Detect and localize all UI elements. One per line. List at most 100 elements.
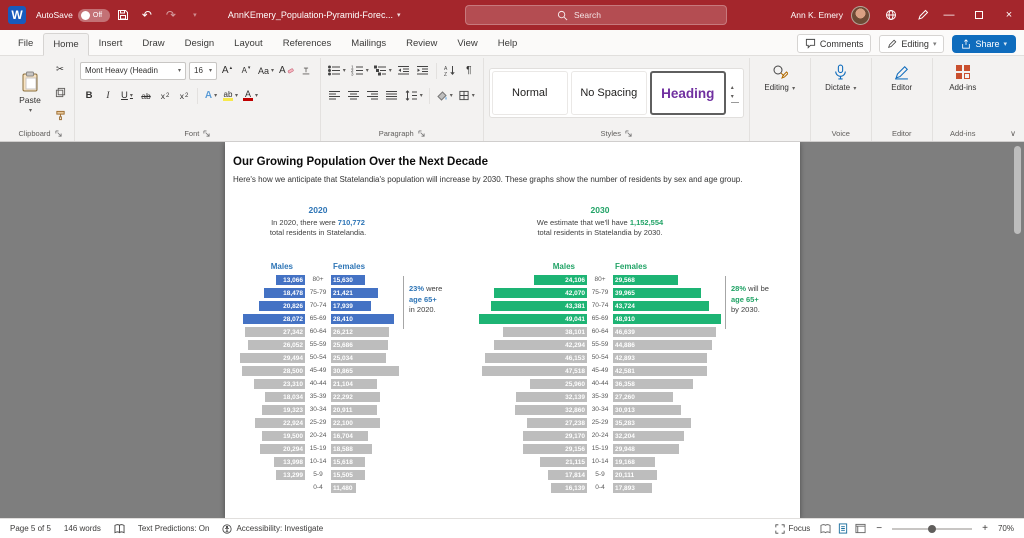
close-button[interactable]: × bbox=[994, 0, 1024, 30]
male-bar: 38,101 bbox=[503, 327, 587, 337]
dialog-launcher-icon[interactable] bbox=[203, 130, 210, 137]
zoom-slider[interactable] bbox=[892, 524, 973, 533]
comments-button[interactable]: Comments bbox=[796, 34, 872, 53]
user-avatar[interactable] bbox=[851, 5, 870, 25]
align-left-button[interactable] bbox=[326, 86, 344, 106]
proofing-status[interactable] bbox=[114, 523, 125, 534]
zoom-out-button[interactable]: − bbox=[876, 523, 882, 534]
copy-button[interactable] bbox=[51, 82, 69, 102]
dialog-launcher-icon[interactable] bbox=[625, 130, 632, 137]
text-predictions[interactable]: Text Predictions: On bbox=[138, 524, 210, 533]
tab-help[interactable]: Help bbox=[488, 32, 528, 55]
show-paragraph-marks-button[interactable]: ¶ bbox=[460, 61, 478, 81]
zoom-slider-knob[interactable] bbox=[928, 524, 937, 533]
bullets-icon bbox=[327, 65, 340, 76]
document-title-menu[interactable]: AnnKEmery_Population-Pyramid-Forec... ▾ bbox=[228, 10, 401, 20]
style-card-heading[interactable]: Heading bbox=[649, 71, 726, 115]
font-name-combo[interactable]: Mont Heavy (Headin ▾ bbox=[80, 61, 186, 80]
female-bar: 29,568 bbox=[613, 275, 678, 285]
tab-review[interactable]: Review bbox=[396, 32, 447, 55]
zoom-in-button[interactable]: + bbox=[982, 523, 988, 534]
tab-insert[interactable]: Insert bbox=[89, 32, 133, 55]
focus-button[interactable]: Focus bbox=[774, 523, 810, 534]
italic-button[interactable]: I bbox=[99, 86, 117, 106]
toolbar-options-button[interactable]: ▾ bbox=[184, 4, 206, 26]
grow-font-button[interactable]: A ▴ bbox=[218, 61, 236, 81]
line-spacing-button[interactable]: ▾ bbox=[402, 86, 425, 106]
globe-icon[interactable] bbox=[880, 4, 902, 26]
font-color-button[interactable]: A ▾ bbox=[241, 86, 260, 106]
sort-button[interactable]: AZ bbox=[441, 61, 459, 81]
accessibility-icon bbox=[222, 523, 233, 534]
pen-icon[interactable] bbox=[912, 4, 934, 26]
vertical-scrollbar[interactable] bbox=[1014, 146, 1021, 507]
tab-draw[interactable]: Draw bbox=[132, 32, 174, 55]
font-options-chevron[interactable] bbox=[297, 61, 315, 81]
dialog-launcher-icon[interactable] bbox=[418, 130, 425, 137]
bold-button[interactable]: B bbox=[80, 86, 98, 106]
tab-home[interactable]: Home bbox=[43, 33, 89, 56]
minimize-button[interactable]: — bbox=[934, 0, 964, 30]
format-painter-button[interactable] bbox=[51, 105, 69, 125]
highlight-button[interactable]: ab ▾ bbox=[221, 86, 240, 106]
age-group-label: 40-44 bbox=[591, 380, 609, 387]
zoom-level[interactable]: 70% bbox=[998, 524, 1014, 533]
justify-button[interactable] bbox=[383, 86, 401, 106]
web-layout-button[interactable] bbox=[855, 523, 866, 534]
print-layout-button[interactable] bbox=[838, 523, 848, 534]
increase-indent-button[interactable] bbox=[414, 61, 432, 81]
restore-button[interactable] bbox=[964, 0, 994, 30]
dialog-launcher-icon[interactable] bbox=[54, 130, 62, 137]
subscript-button[interactable]: x2 bbox=[156, 86, 174, 106]
document-page[interactable]: Our Growing Population Over the Next Dec… bbox=[225, 142, 800, 518]
tab-mailings[interactable]: Mailings bbox=[341, 32, 396, 55]
tab-references[interactable]: References bbox=[273, 32, 342, 55]
share-button[interactable]: Share ▾ bbox=[952, 34, 1016, 53]
editing-mode-dropdown[interactable]: Editing ▾ bbox=[879, 34, 945, 53]
save-button[interactable] bbox=[112, 4, 134, 26]
word-count[interactable]: 146 words bbox=[64, 524, 101, 533]
strikethrough-button[interactable]: ab bbox=[137, 86, 155, 106]
scrollbar-thumb[interactable] bbox=[1014, 146, 1021, 234]
read-mode-button[interactable] bbox=[820, 523, 831, 534]
borders-button[interactable]: ▾ bbox=[456, 86, 477, 106]
cut-button[interactable]: ✂ bbox=[51, 59, 69, 79]
pyramid-row: 22,924 25-29 22,100 bbox=[225, 418, 439, 428]
underline-button[interactable]: U ▾ bbox=[118, 86, 136, 106]
editor-button[interactable]: Editor bbox=[877, 58, 927, 92]
collapse-ribbon-button[interactable]: ∨ bbox=[1010, 129, 1016, 138]
accessibility-status[interactable]: Accessibility: Investigate bbox=[222, 523, 323, 534]
styles-more-button[interactable]: ▴ ▾ bbox=[729, 84, 741, 103]
page-indicator[interactable]: Page 5 of 5 bbox=[10, 524, 51, 533]
redo-button[interactable]: ↷ bbox=[160, 4, 182, 26]
search-box[interactable] bbox=[464, 5, 727, 25]
dictate-button[interactable]: Dictate ▾ bbox=[816, 58, 866, 92]
decrease-indent-button[interactable] bbox=[395, 61, 413, 81]
autosave-toggle[interactable]: Off bbox=[77, 8, 110, 22]
style-card-normal[interactable]: Normal bbox=[491, 71, 568, 115]
clear-formatting-button[interactable]: A bbox=[277, 61, 296, 81]
tab-view[interactable]: View bbox=[447, 32, 487, 55]
multilevel-list-button[interactable]: ▾ bbox=[372, 61, 394, 81]
tab-file[interactable]: File bbox=[8, 32, 43, 55]
align-center-button[interactable] bbox=[345, 86, 363, 106]
align-right-button[interactable] bbox=[364, 86, 382, 106]
paste-button[interactable]: Paste ▾ bbox=[11, 66, 49, 118]
numbering-button[interactable]: 1 2 3 ▾ bbox=[349, 61, 371, 81]
change-case-button[interactable]: Aa ▾ bbox=[256, 61, 276, 81]
bullets-button[interactable]: ▾ bbox=[326, 61, 348, 81]
search-input[interactable] bbox=[574, 10, 635, 20]
font-size-combo[interactable]: 16 ▾ bbox=[189, 61, 217, 80]
shrink-font-button[interactable]: A ▾ bbox=[237, 61, 255, 81]
tab-design[interactable]: Design bbox=[175, 32, 225, 55]
shading-button[interactable]: ▾ bbox=[434, 86, 455, 106]
addins-button[interactable]: Add-ins bbox=[938, 58, 988, 92]
superscript-button[interactable]: x2 bbox=[175, 86, 193, 106]
tab-layout[interactable]: Layout bbox=[224, 32, 273, 55]
editing-button[interactable]: Editing ▾ bbox=[755, 58, 805, 92]
word-logo-icon[interactable]: W bbox=[8, 6, 26, 24]
male-bar: 19,500 bbox=[262, 431, 305, 441]
undo-button[interactable]: ↶ bbox=[136, 4, 158, 26]
style-card-no-spacing[interactable]: No Spacing bbox=[570, 71, 647, 115]
text-effects-button[interactable]: A ▾ bbox=[202, 86, 220, 106]
